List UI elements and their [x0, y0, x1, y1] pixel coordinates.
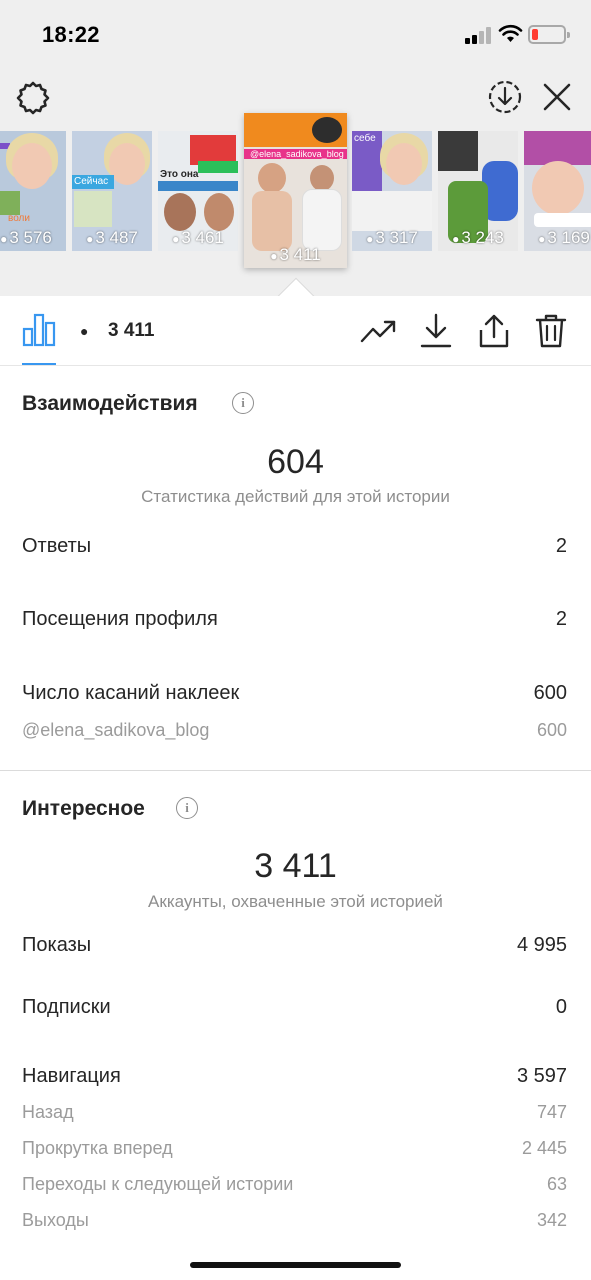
- eye-icon: ●: [452, 232, 460, 246]
- story-thumbnail[interactable]: Это она ● 3 461: [158, 131, 238, 251]
- eye-icon: ●: [270, 249, 278, 263]
- stat-row-value: 4 995: [516, 934, 567, 956]
- thumbnail-view-count: ● 3 169: [538, 228, 590, 247]
- stat-row-value: 3 597: [516, 1065, 567, 1087]
- story-thumbnails-strip: воли ● 3 576 Сейчас ● 3 487 Это она ● 3 461: [0, 0, 591, 296]
- share-icon[interactable]: [477, 313, 511, 349]
- stat-row-label: Навигация: [22, 1065, 121, 1087]
- stat-subrow-value: 2 445: [521, 1138, 567, 1158]
- story-thumbnail-selected[interactable]: @elena_sadikova_blog ● 3 411: [244, 113, 347, 268]
- thumbnail-overlay-text: воли: [8, 213, 30, 224]
- info-icon[interactable]: i: [176, 797, 198, 819]
- thumbnail-overlay-text: @elena_sadikova_blog: [250, 149, 344, 159]
- stat-subrow-value: 342: [536, 1210, 567, 1230]
- stat-subrow-value: 600: [536, 720, 567, 740]
- stat-row-value: 0: [555, 996, 567, 1018]
- stat-row-label: Число касаний наклеек: [22, 682, 240, 704]
- thumbnail-view-count: ● 3 487: [86, 228, 138, 247]
- stat-subrow-label: Переходы к следующей истории: [22, 1174, 294, 1194]
- stat-row-label: Подписки: [22, 996, 111, 1018]
- eye-icon: ●: [538, 232, 546, 246]
- eye-icon: ●: [0, 232, 8, 246]
- trash-icon[interactable]: [534, 313, 568, 349]
- views-count: 3 411: [108, 320, 155, 341]
- stat-subrow-label: @elena_sadikova_blog: [22, 720, 210, 740]
- interactions-total: 604: [267, 443, 324, 481]
- story-thumbnail[interactable]: ● 3 169: [524, 131, 591, 251]
- trending-icon[interactable]: [360, 313, 398, 349]
- eye-icon: ●: [366, 232, 374, 246]
- discovery-total: 3 411: [254, 847, 337, 885]
- interactions-caption: Статистика действий для этой истории: [141, 487, 450, 506]
- stat-row-value: 2: [555, 608, 567, 630]
- interactions-title: Взаимодействия: [22, 392, 198, 415]
- thumbnail-overlay-text: Сейчас: [74, 176, 109, 187]
- download-icon[interactable]: [419, 313, 453, 349]
- stat-row-value: 2: [555, 535, 567, 557]
- section-divider: [0, 770, 591, 771]
- stat-row-label: Показы: [22, 934, 92, 956]
- stat-subrow-value: 747: [536, 1102, 567, 1122]
- stat-subrow-label: Прокрутка вперед: [22, 1138, 173, 1158]
- stat-row-value: 600: [533, 682, 567, 704]
- discovery-caption: Аккаунты, охваченные этой историей: [148, 892, 443, 911]
- stat-subrow-value: 63: [546, 1174, 567, 1194]
- story-thumbnail[interactable]: воли ● 3 576: [0, 131, 66, 251]
- eye-icon: ●: [86, 232, 94, 246]
- thumbnail-overlay-text: себе: [354, 133, 376, 144]
- stat-row-label: Посещения профиля: [22, 608, 218, 630]
- thumbnail-view-count: ● 3 461: [172, 228, 224, 247]
- bar-chart-icon[interactable]: [22, 313, 56, 347]
- active-tab-indicator: [22, 363, 56, 365]
- info-icon[interactable]: i: [232, 392, 254, 414]
- thumbnail-view-count: ● 3 411: [270, 245, 321, 264]
- story-toolbar: ● 3 411: [0, 296, 591, 366]
- story-preview-header: 18:22 воли ● 3 576 Сейчас ● 3 487 Это он…: [0, 0, 591, 296]
- stat-subrow-label: Выходы: [22, 1210, 89, 1230]
- story-thumbnail[interactable]: ● 3 243: [438, 131, 518, 251]
- story-thumbnail[interactable]: Сейчас ● 3 487: [72, 131, 152, 251]
- stat-row-label: Ответы: [22, 535, 92, 557]
- thumbnail-overlay-text: Это она: [160, 169, 199, 180]
- thumbnail-view-count: ● 3 317: [366, 228, 418, 247]
- eye-icon: ●: [80, 323, 89, 339]
- home-indicator[interactable]: [190, 1262, 401, 1268]
- thumbnail-view-count: ● 3 576: [0, 228, 52, 247]
- eye-icon: ●: [172, 232, 180, 246]
- thumbnail-view-count: ● 3 243: [452, 228, 504, 247]
- discovery-title: Интересное: [22, 797, 145, 820]
- stat-subrow-label: Назад: [22, 1102, 74, 1122]
- story-thumbnail[interactable]: себе ● 3 317: [352, 131, 432, 251]
